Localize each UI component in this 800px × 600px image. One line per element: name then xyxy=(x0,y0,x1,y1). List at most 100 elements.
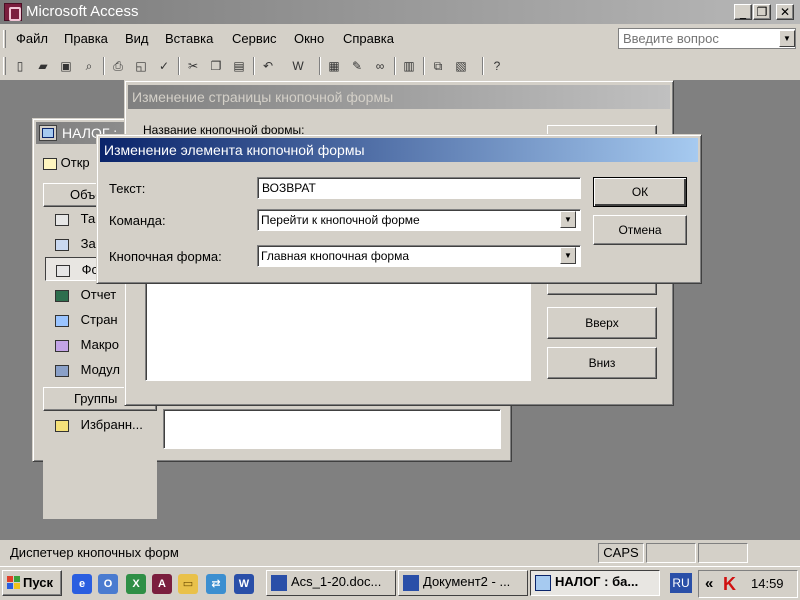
toolbar-separator xyxy=(103,57,105,75)
save-icon[interactable]: ▣ xyxy=(56,56,76,76)
task-button-document2[interactable]: Документ2 - ... xyxy=(398,570,528,596)
command-combo[interactable]: Перейти к кнопочной форме ▼ xyxy=(257,209,581,231)
start-button[interactable]: Пуск xyxy=(2,570,62,596)
form-dropdown-button[interactable]: ▼ xyxy=(560,247,576,264)
menu-grip[interactable] xyxy=(3,30,6,48)
objects-item-label: Отчет xyxy=(80,287,117,302)
ask-question-input[interactable] xyxy=(621,30,771,47)
toolbar-separator xyxy=(319,57,321,75)
status-bar: Диспетчер кнопочных форм CAPS xyxy=(0,542,800,564)
task-button-acs-doc[interactable]: Acs_1-20.doc... xyxy=(266,570,396,596)
open-icon[interactable]: ▰ xyxy=(33,56,53,76)
relationships-icon[interactable]: ⧉ xyxy=(428,56,448,76)
groups-item-favorites[interactable]: Избранн... xyxy=(55,417,143,432)
code-icon[interactable]: ✎ xyxy=(347,56,367,76)
text-input[interactable] xyxy=(260,180,578,196)
new-object-icon[interactable]: ▧ xyxy=(451,56,471,76)
system-tray: « K 14:59 xyxy=(698,570,798,598)
clock[interactable]: 14:59 xyxy=(751,576,784,591)
form-combo[interactable]: Главная кнопочная форма ▼ xyxy=(257,245,581,267)
cancel-button[interactable]: Отмена xyxy=(593,215,687,245)
help-icon[interactable]: ? xyxy=(487,56,507,76)
objects-item-pages[interactable]: Стран xyxy=(55,312,118,327)
toolbar-grip[interactable] xyxy=(3,57,6,75)
menu-help[interactable]: Справка xyxy=(343,31,394,46)
edit-item-dialog-title[interactable]: Изменение элемента кнопочной формы xyxy=(100,138,698,162)
macro-icon xyxy=(55,339,69,352)
undo-icon[interactable]: ↶ xyxy=(258,56,278,76)
move-up-button[interactable]: Вверх xyxy=(547,307,657,339)
start-label: Пуск xyxy=(23,575,53,590)
status-text: Диспетчер кнопочных форм xyxy=(10,545,179,560)
word-doc-icon xyxy=(271,575,287,591)
toolbar-separator xyxy=(394,57,396,75)
language-indicator[interactable]: RU xyxy=(670,573,692,593)
text-label: Текст: xyxy=(109,181,146,196)
menu-insert[interactable]: Вставка xyxy=(165,31,213,46)
toolbar-separator xyxy=(178,57,180,75)
menu-edit[interactable]: Правка xyxy=(64,31,108,46)
objects-item-label: Та xyxy=(80,211,96,226)
outlook-quicklaunch-icon[interactable]: O xyxy=(98,574,118,594)
edit-page-dialog-title[interactable]: Изменение страницы кнопочной формы xyxy=(128,85,670,109)
menu-file[interactable]: Файл xyxy=(16,31,48,46)
print-preview-icon[interactable]: ◱ xyxy=(131,56,151,76)
menu-window[interactable]: Окно xyxy=(294,31,324,46)
restore-button[interactable]: ❐ xyxy=(753,4,771,20)
ok-button[interactable]: ОК xyxy=(593,177,687,207)
objects-item-reports[interactable]: Отчет xyxy=(55,287,116,302)
task-button-nalog-db[interactable]: НАЛОГ : ба... xyxy=(530,570,660,596)
script-icon[interactable]: ∞ xyxy=(370,56,390,76)
ie-quicklaunch-icon[interactable]: e xyxy=(72,574,92,594)
ask-question-box[interactable]: ▼ xyxy=(618,28,796,49)
favorites-folder-icon xyxy=(55,419,69,432)
access-app-icon[interactable] xyxy=(4,3,22,21)
move-down-button[interactable]: Вниз xyxy=(547,347,657,379)
database-object-list[interactable] xyxy=(163,409,501,449)
text-field[interactable] xyxy=(257,177,581,199)
objects-item-macros[interactable]: Макро xyxy=(55,337,119,352)
objects-item-queries[interactable]: За xyxy=(55,236,96,251)
open-button[interactable]: Откр xyxy=(43,155,90,170)
objects-item-label: За xyxy=(80,236,96,251)
objects-item-modules[interactable]: Модул xyxy=(55,362,120,377)
antivirus-tray-icon[interactable]: K xyxy=(723,574,739,594)
command-dropdown-button[interactable]: ▼ xyxy=(560,211,576,228)
copy-icon[interactable]: ❐ xyxy=(206,56,226,76)
task-label: Acs_1-20.doc... xyxy=(291,574,382,589)
toolbar-separator xyxy=(253,57,255,75)
close-button[interactable]: ✕ xyxy=(776,4,794,20)
app-title-bar[interactable]: Microsoft Access _ ❐ ✕ xyxy=(0,0,800,24)
paste-icon[interactable]: ▤ xyxy=(229,56,249,76)
cut-icon[interactable]: ✂ xyxy=(183,56,203,76)
excel-quicklaunch-icon[interactable]: X xyxy=(126,574,146,594)
word-quicklaunch-icon[interactable]: W xyxy=(234,574,254,594)
office-links-icon[interactable]: W xyxy=(288,56,308,76)
minimize-button[interactable]: _ xyxy=(734,4,752,20)
menu-view[interactable]: Вид xyxy=(125,31,149,46)
open-icon xyxy=(43,157,57,170)
task-label: НАЛОГ : ба... xyxy=(555,574,639,589)
network-quicklaunch-icon[interactable]: ⇄ xyxy=(206,574,226,594)
spelling-icon[interactable]: ✓ xyxy=(154,56,174,76)
edit-item-dialog[interactable]: Изменение элемента кнопочной формы Текст… xyxy=(96,134,702,284)
print-icon[interactable]: ⎙ xyxy=(108,56,128,76)
command-label: Команда: xyxy=(109,213,166,228)
objects-item-tables[interactable]: Та xyxy=(55,211,95,226)
status-panel-num xyxy=(646,543,696,563)
analyze-icon[interactable]: ▦ xyxy=(324,56,344,76)
properties-icon[interactable]: ▥ xyxy=(399,56,419,76)
page-icon xyxy=(55,314,69,327)
access-quicklaunch-icon[interactable]: A xyxy=(152,574,172,594)
ask-dropdown-button[interactable]: ▼ xyxy=(779,30,795,47)
menu-bar: Файл Правка Вид Вставка Сервис Окно Спра… xyxy=(0,26,800,52)
task-label: Документ2 - ... xyxy=(423,574,511,589)
menu-tools[interactable]: Сервис xyxy=(232,31,277,46)
form-icon xyxy=(56,264,70,277)
query-icon xyxy=(55,238,69,251)
tray-expand-arrow[interactable]: « xyxy=(705,575,713,592)
explorer-quicklaunch-icon[interactable]: ▭ xyxy=(178,574,198,594)
file-search-icon[interactable]: ⌕ xyxy=(79,56,99,76)
new-icon[interactable]: ▯ xyxy=(10,56,30,76)
objects-item-label: Модул xyxy=(80,362,120,377)
